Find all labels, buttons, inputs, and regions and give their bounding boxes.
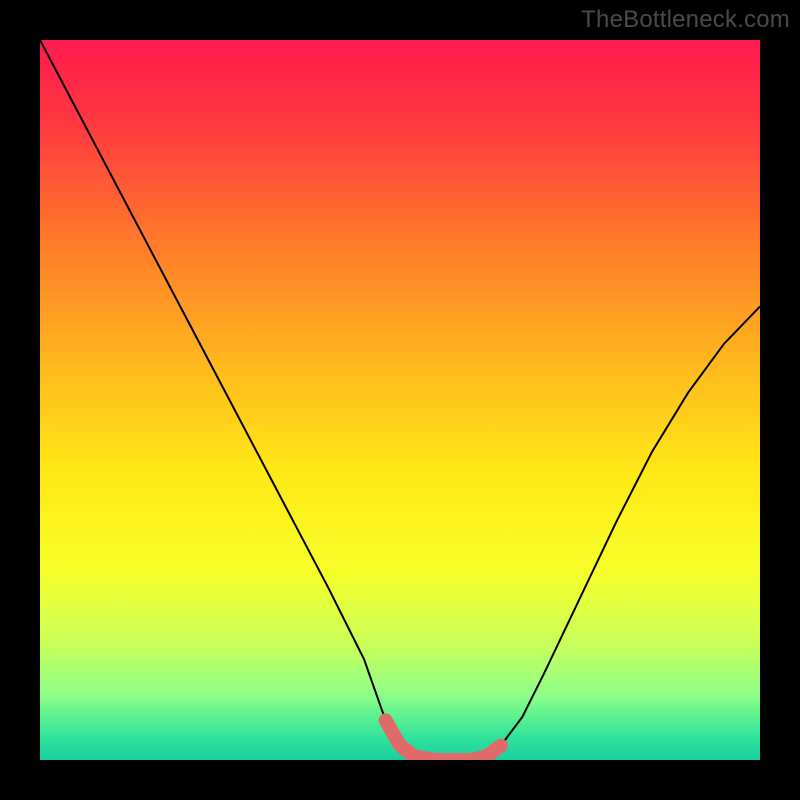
gradient-background [40, 40, 760, 760]
chart-frame: TheBottleneck.com [0, 0, 800, 800]
watermark-text: TheBottleneck.com [581, 6, 790, 34]
bottleneck-curve-chart [40, 40, 760, 760]
plot-area [40, 40, 760, 760]
